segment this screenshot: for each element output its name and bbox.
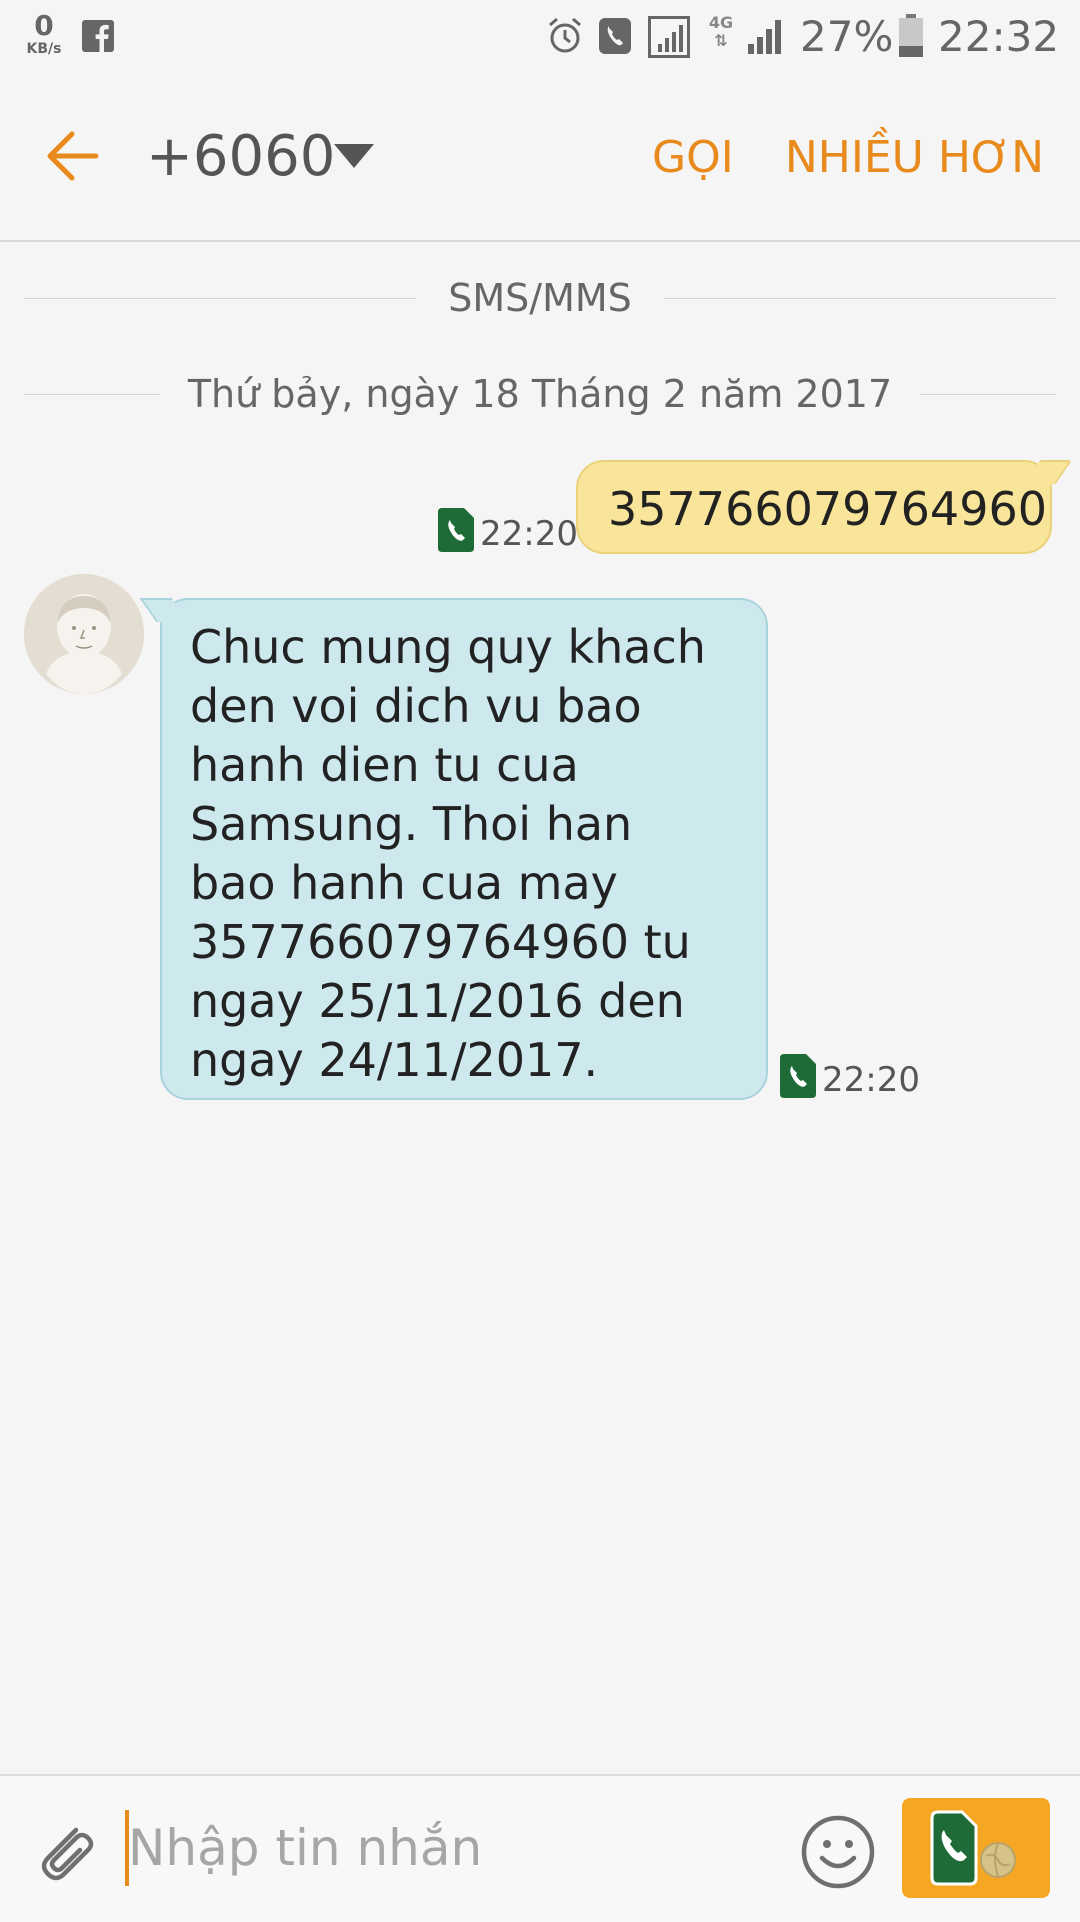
date-label: Thứ bảy, ngày 18 Tháng 2 năm 2017 (159, 372, 921, 416)
network-speed: 0 KB/s (20, 9, 68, 57)
date-divider: Thứ bảy, ngày 18 Tháng 2 năm 2017 (24, 370, 1056, 420)
battery-icon (899, 14, 923, 57)
send-button[interactable] (902, 1798, 1050, 1898)
contact-title[interactable]: +6060 (146, 124, 335, 189)
more-button[interactable]: NHIỀU HƠN (785, 132, 1044, 183)
sim-card-icon (780, 1054, 816, 1098)
received-message-text: Chuc mung quy khach den voi dich vu bao … (190, 620, 706, 1087)
sent-message-text: 357766079764960 (608, 482, 1047, 536)
4g-data-icon: 4G ⇅ (708, 13, 734, 50)
attachment-icon[interactable] (30, 1816, 100, 1886)
signal-sim2-icon (748, 20, 781, 54)
network-type-label: 4G (708, 13, 734, 32)
alarm-icon (549, 17, 581, 53)
facebook-icon (82, 20, 114, 52)
network-speed-value: 0 (34, 9, 54, 42)
message-input[interactable] (128, 1806, 768, 1890)
battery-percent: 27% (800, 12, 894, 61)
sent-message-time: 22:20 (480, 514, 578, 554)
received-message-bubble[interactable]: Chuc mung quy khach den voi dich vu bao … (139, 598, 768, 1100)
sent-message-meta: 22:20 (438, 508, 578, 554)
call-icon (599, 18, 631, 54)
sent-message-bubble[interactable]: 357766079764960 (576, 460, 1073, 554)
received-message-meta: 22:20 (780, 1054, 920, 1100)
received-message-time: 22:20 (822, 1060, 920, 1100)
contact-avatar[interactable] (24, 574, 144, 694)
default-avatar-icon (24, 574, 144, 694)
signal-sim1-icon (648, 16, 690, 58)
clock: 22:32 (938, 12, 1060, 61)
back-arrow-icon[interactable] (42, 126, 102, 186)
sim-card-icon (438, 508, 474, 552)
sim-send-icon (930, 1810, 1016, 1886)
status-bar: 0 KB/s 4G ⇅ 27% 22:32 (0, 0, 1080, 76)
network-speed-unit: KB/s (26, 41, 62, 57)
emoji-icon[interactable] (800, 1814, 876, 1890)
conversation-header: +6060 GỌI NHIỀU HƠN (0, 76, 1080, 242)
contact-dropdown-icon[interactable] (334, 144, 374, 168)
call-button[interactable]: GỌI (652, 132, 734, 183)
channel-label: SMS/MMS (420, 276, 660, 320)
message-composer (0, 1774, 1080, 1922)
channel-divider: SMS/MMS (24, 274, 1056, 324)
